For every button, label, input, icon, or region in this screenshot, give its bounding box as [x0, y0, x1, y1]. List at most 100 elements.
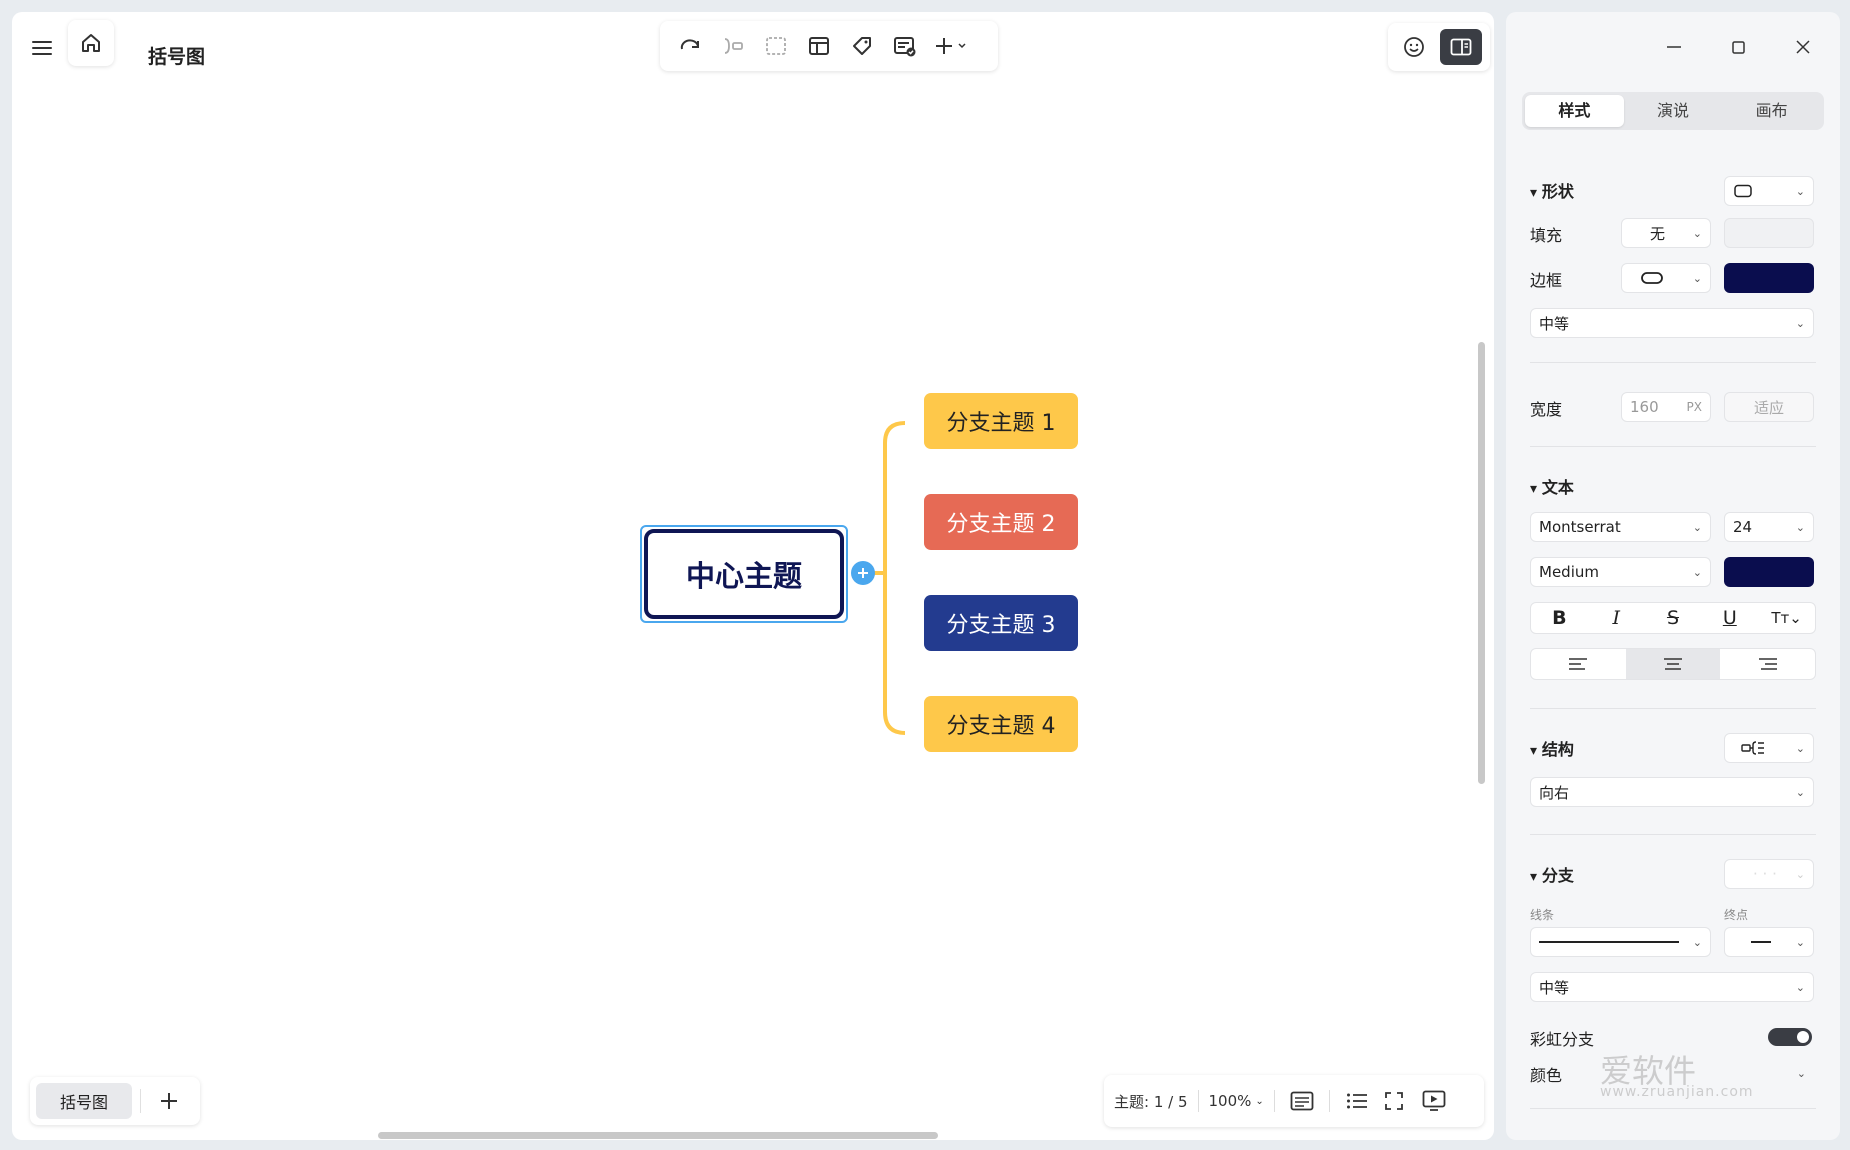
rainbow-branch-label: 彩虹分支	[1530, 1030, 1595, 1049]
tab-style[interactable]: 样式	[1525, 95, 1624, 127]
section-structure[interactable]: 结构	[1530, 736, 1574, 760]
fill-color-swatch[interactable]	[1724, 218, 1814, 248]
canvas-panel[interactable]: 括号图 中心主题 分支主题 1 分支主题 2 分支主题 3 分支主题 4 括号图…	[12, 12, 1494, 1140]
branch-weight-select[interactable]: 中等 ⌄	[1530, 972, 1814, 1002]
chevron-down-icon: ⌄	[1692, 271, 1702, 285]
align-right-icon[interactable]	[1720, 649, 1815, 679]
font-family-select[interactable]: Montserrat ⌄	[1530, 512, 1711, 542]
fit-label: 适应	[1753, 398, 1784, 417]
fit-button[interactable]: 适应	[1724, 392, 1814, 422]
tab-canvas[interactable]: 画布	[1722, 95, 1821, 127]
presentation-icon[interactable]	[1414, 1086, 1454, 1116]
vertical-scrollbar[interactable]	[1478, 342, 1485, 784]
fill-label: 填充	[1530, 226, 1563, 245]
divider	[1530, 708, 1816, 709]
sheet-tabs: 括号图	[30, 1077, 200, 1125]
width-value: 160	[1630, 398, 1659, 416]
branch-topic-3[interactable]: 分支主题 3	[924, 595, 1078, 651]
topic-count: 主题: 1 / 5	[1114, 1092, 1188, 1111]
align-left-icon[interactable]	[1531, 649, 1626, 679]
divider	[1197, 1090, 1199, 1112]
fill-select[interactable]: 无 ⌄	[1621, 218, 1711, 248]
divider	[140, 1089, 142, 1113]
underline-icon[interactable]: U	[1701, 603, 1758, 633]
end-label: 终点	[1724, 908, 1749, 922]
horizontal-scrollbar[interactable]	[378, 1132, 938, 1139]
border-label: 边框	[1530, 271, 1563, 290]
chevron-down-icon: ⌄	[1795, 867, 1805, 881]
chevron-down-icon: ⌄	[1795, 980, 1805, 994]
width-label: 宽度	[1530, 400, 1563, 419]
chevron-down-icon: ⌄	[1692, 935, 1702, 949]
minimize-icon[interactable]	[1656, 32, 1692, 62]
divider	[1273, 1090, 1275, 1112]
chevron-down-icon: ⌄	[1692, 520, 1702, 534]
align-center-icon[interactable]	[1625, 649, 1721, 679]
watermark-url: www.zruanjian.com	[1600, 1084, 1754, 1100]
zoom-level[interactable]: 100%	[1209, 1092, 1252, 1110]
branch-preset-select[interactable]: · · · ⌄	[1724, 859, 1814, 889]
dots-icon: · · ·	[1753, 865, 1777, 883]
width-unit: PX	[1686, 400, 1702, 414]
list-icon[interactable]	[1340, 1086, 1374, 1116]
rainbow-branch-toggle[interactable]	[1768, 1028, 1812, 1046]
fullscreen-icon[interactable]	[1374, 1086, 1414, 1116]
line-style-select[interactable]: ⌄	[1530, 927, 1711, 957]
bracket-structure-icon	[1741, 741, 1764, 755]
branch-topic-1[interactable]: 分支主题 1	[924, 393, 1078, 449]
divider	[1530, 362, 1816, 363]
chevron-down-icon[interactable]: ⌄	[1255, 1096, 1263, 1107]
central-topic[interactable]: 中心主题	[644, 529, 844, 619]
branch-weight-value: 中等	[1539, 978, 1570, 997]
status-bar: 主题: 1 / 5 100% ⌄	[1104, 1075, 1484, 1127]
border-weight-value: 中等	[1539, 314, 1570, 333]
branch-color-select[interactable]: ⌄	[1758, 1058, 1814, 1088]
panel-tabs: 样式 演说 画布	[1522, 92, 1824, 130]
sheet-tab[interactable]: 括号图	[36, 1083, 133, 1119]
section-branch[interactable]: 分支	[1530, 862, 1574, 886]
chevron-down-icon: ⌄	[1795, 184, 1805, 198]
divider	[1530, 1108, 1816, 1109]
line-end-select[interactable]: ⌄	[1724, 927, 1814, 957]
close-icon[interactable]	[1785, 32, 1821, 62]
format-panel: 样式 演说 画布 形状 ⌄ 填充 无 ⌄ 边框 ⌄ 中等 ⌄ 宽度 160 PX…	[1506, 12, 1840, 1140]
chevron-down-icon: ⌄	[1795, 785, 1805, 799]
border-weight-select[interactable]: 中等 ⌄	[1530, 308, 1814, 338]
text-case-icon[interactable]: Tт⌄	[1758, 603, 1815, 633]
italic-icon[interactable]: I	[1588, 603, 1645, 633]
font-size-select[interactable]: 24 ⌄	[1724, 512, 1814, 542]
chevron-down-icon: ⌄	[1796, 1066, 1806, 1080]
rounded-rect-icon	[1734, 184, 1752, 198]
section-shape[interactable]: 形状	[1530, 178, 1574, 202]
shape-select[interactable]: ⌄	[1724, 176, 1814, 206]
section-text[interactable]: 文本	[1530, 474, 1574, 498]
add-child-icon[interactable]	[851, 561, 875, 585]
bold-icon[interactable]: B	[1531, 603, 1588, 633]
text-color-swatch[interactable]	[1724, 557, 1814, 587]
text-align-row	[1530, 648, 1816, 680]
direction-select[interactable]: 向右 ⌄	[1530, 777, 1814, 807]
text-style-row: B I S U Tт⌄	[1530, 602, 1816, 634]
border-shape-icon	[1641, 272, 1663, 284]
line-style-icon	[1539, 941, 1679, 943]
chevron-down-icon: ⌄	[1795, 935, 1805, 949]
tab-presentation[interactable]: 演说	[1624, 95, 1723, 127]
outline-view-icon[interactable]	[1285, 1086, 1319, 1116]
direction-value: 向右	[1539, 783, 1570, 802]
branch-topic-2[interactable]: 分支主题 2	[924, 494, 1078, 550]
border-color-swatch[interactable]	[1724, 263, 1814, 293]
branch-topic-4[interactable]: 分支主题 4	[924, 696, 1078, 752]
strikethrough-icon[interactable]: S	[1645, 603, 1702, 633]
maximize-icon[interactable]	[1720, 32, 1756, 62]
border-style-select[interactable]: ⌄	[1621, 263, 1711, 293]
divider	[1530, 834, 1816, 835]
font-family-value: Montserrat	[1539, 518, 1621, 536]
add-sheet-icon[interactable]	[149, 1083, 189, 1119]
line-end-icon	[1751, 941, 1771, 943]
chevron-down-icon: ⌄	[1692, 226, 1702, 240]
width-input[interactable]: 160 PX	[1621, 392, 1711, 422]
chevron-down-icon: ⌄	[1795, 316, 1805, 330]
font-weight-select[interactable]: Medium ⌄	[1530, 557, 1711, 587]
chevron-down-icon: ⌄	[1692, 565, 1702, 579]
structure-select[interactable]: ⌄	[1724, 733, 1814, 763]
